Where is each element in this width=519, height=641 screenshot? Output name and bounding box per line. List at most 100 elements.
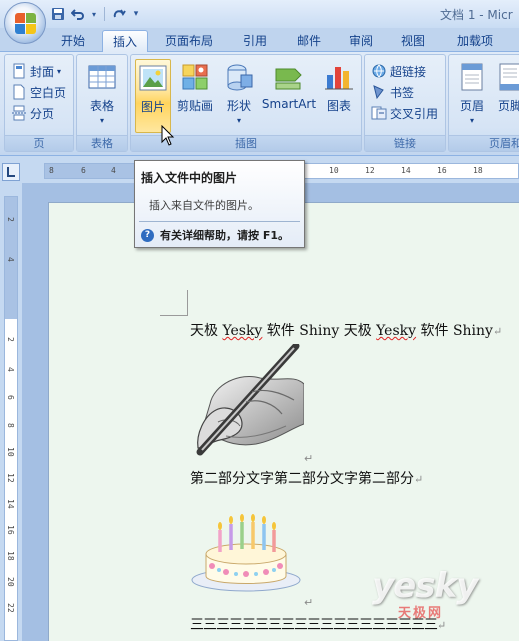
pages-group: 封面 ▾ 空白页 分页 页 (4, 54, 74, 152)
blank-page-icon (11, 84, 27, 100)
hand-pen-image[interactable] (190, 342, 305, 456)
vertical-ruler[interactable]: 2 4 2 4 6 8 10 12 14 16 18 20 22 (4, 196, 18, 641)
ruler-tick: 16 (6, 525, 15, 535)
tab-addins[interactable]: 加载项 (448, 30, 502, 52)
tooltip-help-text: 有关详细帮助，请按 F1。 (160, 229, 289, 242)
customize-icon[interactable]: ▾ (131, 6, 141, 22)
header-button[interactable]: 页眉 ▾ (453, 59, 491, 133)
page-break-label: 分页 (30, 106, 55, 121)
table-dropdown-icon: ▾ (99, 116, 104, 125)
ruler-tick: 4 (111, 166, 116, 175)
ruler-tick: 6 (6, 395, 15, 400)
ribbon: 封面 ▾ 空白页 分页 页 表格 ▾ 表格 图片 剪贴画 形状 ▾ SmartA… (0, 52, 519, 156)
paragraph-mark: ↵ (304, 596, 314, 609)
qat-separator (104, 7, 105, 21)
hyperlink-button[interactable]: 超链接 (371, 61, 426, 81)
clipart-icon (179, 61, 211, 93)
cover-page-button[interactable]: 封面 ▾ (11, 61, 61, 81)
ruler-tick: 20 (6, 577, 15, 587)
links-group: 超链接 书签 交叉引用 链接 (364, 54, 446, 152)
help-icon: ? (141, 228, 154, 242)
page-break-button[interactable]: 分页 (11, 103, 54, 123)
cross-reference-button[interactable]: 交叉引用 (371, 103, 438, 123)
bookmark-label: 书签 (390, 85, 415, 100)
tables-group: 表格 ▾ 表格 (76, 54, 128, 152)
picture-button[interactable]: 图片 (135, 59, 171, 133)
ruler-tick: 6 (81, 166, 86, 175)
header-dropdown-icon: ▾ (469, 116, 474, 125)
tab-view[interactable]: 视图 (392, 30, 434, 52)
tab-insert[interactable]: 插入 (102, 30, 148, 52)
tooltip-title: 插入文件中的图片 (141, 171, 238, 185)
hyperlink-label: 超链接 (390, 64, 427, 79)
ruler-tick: 10 (6, 447, 15, 457)
smartart-label: SmartArt (261, 97, 317, 111)
smartart-button[interactable]: SmartArt (261, 59, 317, 133)
ruler-tick: 2 (6, 217, 15, 222)
ruler-tick: 12 (365, 166, 375, 175)
text-run: 天极 (190, 323, 223, 339)
save-icon[interactable] (50, 6, 66, 22)
office-logo-icon (15, 13, 37, 35)
ruler-tick: 22 (6, 603, 15, 613)
window-title: 文档 1 - Micr (440, 8, 513, 22)
table-button[interactable]: 表格 ▾ (81, 59, 123, 133)
header-label: 页眉 (459, 99, 484, 113)
title-bar: ▾ ▾ 文档 1 - Micr (0, 0, 519, 28)
picture-tooltip: 插入文件中的图片 插入来自文件的图片。 ? 有关详细帮助，请按 F1。 (134, 160, 305, 248)
spelling-error-text: Yesky (376, 323, 417, 339)
footer-icon (495, 61, 519, 93)
ruler-tick: 4 (6, 257, 15, 262)
ruler-tick: 10 (329, 166, 339, 175)
tooltip-description: 插入来自文件的图片。 (149, 199, 259, 212)
ruler-tick: 18 (6, 551, 15, 561)
document-line-1[interactable]: 天极 Yesky 软件 Shiny 天极 Yesky 软件 Shiny↵ (190, 320, 502, 340)
shapes-label: 形状 (226, 99, 251, 113)
tab-page-layout[interactable]: 页面布局 (156, 30, 222, 52)
ribbon-tabs: 开始 插入 页面布局 引用 邮件 审阅 视图 加载项 (0, 28, 519, 52)
spelling-error-text: Yesky (222, 323, 263, 339)
left-tab-icon (7, 167, 15, 177)
bookmark-icon (371, 84, 387, 100)
page-break-icon (11, 105, 27, 121)
document-line-2[interactable]: 第二部分文字第二部分文字第二部分↵ (190, 468, 423, 488)
tab-mailings[interactable]: 邮件 (288, 30, 330, 52)
paragraph-mark: ↵ (304, 452, 314, 465)
cross-reference-icon (371, 105, 387, 121)
header-group-label: 页眉和 (449, 135, 519, 151)
blank-page-button[interactable]: 空白页 (11, 82, 66, 102)
tooltip-divider (139, 221, 300, 222)
header-footer-group: 页眉 ▾ 页脚 页眉和 (448, 54, 519, 152)
picture-icon (137, 62, 169, 94)
cover-page-icon (11, 63, 27, 79)
chart-button[interactable]: 图表 (321, 59, 357, 133)
redo-icon[interactable] (111, 6, 127, 22)
margin-crop-mark (160, 290, 188, 316)
watermark-subtext: 天极网 (398, 606, 444, 621)
office-button[interactable] (4, 2, 46, 44)
header-icon (456, 61, 488, 93)
ruler-tick: 12 (6, 473, 15, 483)
birthday-cake-image[interactable] (190, 514, 304, 594)
bookmark-button[interactable]: 书签 (371, 82, 414, 102)
ruler-tick: 18 (473, 166, 483, 175)
ruler-tick: 16 (437, 166, 447, 175)
table-icon (86, 61, 118, 93)
ruler-tick: 14 (6, 499, 15, 509)
text-run: 软件 Shiny (416, 323, 493, 339)
links-group-label: 链接 (365, 135, 445, 151)
chart-label: 图表 (326, 99, 351, 113)
cover-dropdown-icon: ▾ (57, 66, 62, 76)
ruler-tick: 14 (401, 166, 411, 175)
tab-review[interactable]: 审阅 (340, 30, 382, 52)
shapes-button[interactable]: 形状 ▾ (221, 59, 257, 133)
tab-home[interactable]: 开始 (52, 30, 94, 52)
clipart-button[interactable]: 剪贴画 (175, 59, 215, 133)
undo-icon[interactable] (70, 6, 86, 22)
footer-button[interactable]: 页脚 (495, 59, 519, 133)
tab-selector[interactable] (2, 163, 20, 181)
smartart-icon (273, 61, 305, 93)
undo-dropdown-icon[interactable]: ▾ (90, 6, 98, 22)
yesky-watermark: yesky 天极网 (372, 566, 478, 621)
tab-references[interactable]: 引用 (234, 30, 276, 52)
